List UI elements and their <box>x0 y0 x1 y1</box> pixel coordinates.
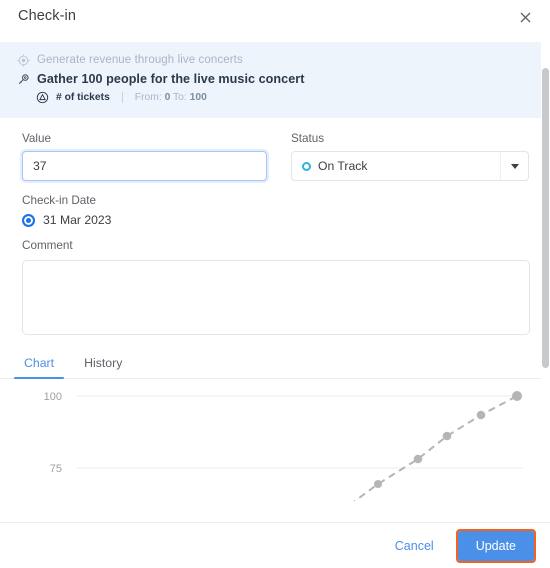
metric-from-value: 0 <box>164 91 171 103</box>
status-selected-value: On Track <box>318 159 368 173</box>
objective-text: Generate revenue through live concerts <box>37 54 243 66</box>
progress-chart: 100 75 <box>0 379 550 501</box>
checkin-dialog: Check-in Generate revenue through live c… <box>0 0 550 568</box>
comment-input[interactable] <box>22 260 530 335</box>
value-label: Value <box>22 132 52 145</box>
status-dropdown-toggle[interactable] <box>500 152 528 180</box>
metric-to-label: To: <box>172 91 187 103</box>
status-select[interactable]: On Track <box>291 151 529 181</box>
data-point <box>374 480 382 488</box>
metric-from-label: From: <box>134 91 162 103</box>
checkin-form: Value Status On Track Check-in Date 31 M… <box>0 118 550 340</box>
dialog-scrollbar[interactable] <box>541 32 550 522</box>
update-button[interactable]: Update <box>457 530 534 561</box>
delta-circle-icon <box>35 90 49 104</box>
status-indicator-icon <box>302 161 311 171</box>
data-point <box>476 410 486 420</box>
value-field-group: Value <box>22 132 267 181</box>
metric-to-value: 100 <box>189 91 207 103</box>
metric-name: # of tickets <box>56 91 110 103</box>
objective-row: Generate revenue through live concerts <box>16 53 534 67</box>
key-result-row: Gather 100 people for the live music con… <box>16 72 534 86</box>
ytick-label-100: 100 <box>44 391 62 403</box>
metric-row: # of tickets From: 0 To: 100 <box>35 90 534 104</box>
data-point <box>442 431 452 441</box>
comment-label: Comment <box>22 239 73 252</box>
data-point <box>413 454 423 464</box>
metric-divider <box>121 91 123 103</box>
cancel-button[interactable]: Cancel <box>383 532 446 560</box>
update-button-focus-ring: Update <box>455 528 536 563</box>
okr-context-banner: Generate revenue through live concerts G… <box>0 42 550 118</box>
target-line <box>353 395 518 501</box>
chevron-down-icon <box>510 163 519 169</box>
dialog-header: Check-in <box>0 0 550 32</box>
key-result-text: Gather 100 people for the live music con… <box>37 72 305 86</box>
checkin-date-label: Check-in Date <box>22 194 97 207</box>
chart-history-tabs: Chart History <box>0 354 550 379</box>
page-title: Check-in <box>18 8 77 24</box>
radio-selected-icon[interactable] <box>22 213 35 227</box>
status-field-group: Status On Track <box>291 132 529 181</box>
ytick-label-75: 75 <box>50 463 62 475</box>
metric-range: From: 0 To: 100 <box>135 92 207 103</box>
tab-history[interactable]: History <box>74 354 132 378</box>
scrollbar-thumb[interactable] <box>542 68 549 368</box>
dialog-footer: Cancel Update <box>0 522 550 568</box>
key-icon <box>16 72 30 86</box>
checkin-date-value: 31 Mar 2023 <box>43 213 112 227</box>
close-icon[interactable] <box>516 8 534 26</box>
checkin-date-option[interactable]: 31 Mar 2023 <box>22 213 530 227</box>
tab-chart[interactable]: Chart <box>14 354 65 379</box>
target-icon <box>16 53 30 67</box>
data-point <box>512 391 522 401</box>
chart-canvas: 100 75 <box>44 391 523 501</box>
value-input[interactable] <box>22 151 267 181</box>
value-status-row: Value Status On Track <box>22 132 530 181</box>
status-label: Status <box>291 132 325 145</box>
